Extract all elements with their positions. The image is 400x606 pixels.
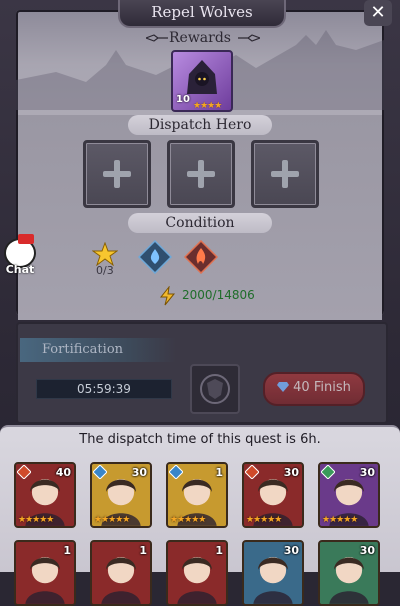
hero-level: 30 bbox=[283, 466, 299, 479]
shield-emblem-icon bbox=[200, 374, 230, 404]
hero-card[interactable]: 1 bbox=[14, 540, 76, 606]
fire-element-icon bbox=[184, 240, 218, 274]
fortification-timer: 05:59:39 bbox=[36, 379, 172, 399]
element-icon bbox=[93, 465, 107, 479]
star-condition-icon bbox=[92, 242, 118, 266]
hero-card[interactable]: 30 ★★★★★ bbox=[318, 462, 380, 528]
hero-level: 1 bbox=[215, 544, 223, 557]
hero-level: 1 bbox=[63, 544, 71, 557]
ornament-right-icon bbox=[238, 34, 260, 42]
hero-slot-3[interactable] bbox=[251, 140, 319, 208]
hero-card[interactable]: 30 bbox=[242, 540, 304, 606]
hero-stars: ★★★★★ bbox=[94, 515, 130, 525]
hero-level: 30 bbox=[131, 466, 147, 479]
dispatch-time-text: The dispatch time of this quest is 6h. bbox=[79, 432, 321, 447]
finish-button[interactable]: 40 Finish bbox=[263, 372, 365, 406]
hero-stars: ★★★★★ bbox=[322, 515, 358, 525]
rewards-label: Rewards bbox=[169, 30, 231, 46]
hero-card[interactable]: 40 ★★★★★ bbox=[14, 462, 76, 528]
hero-level: 1 bbox=[139, 544, 147, 557]
hero-stars: ★★★★★ bbox=[170, 515, 206, 525]
chat-notification-badge bbox=[18, 234, 34, 244]
water-element-icon bbox=[138, 240, 172, 274]
power-value: 2000/14806 bbox=[182, 288, 255, 302]
chat-label: Chat bbox=[5, 263, 35, 276]
close-icon: ✕ bbox=[370, 2, 386, 23]
hero-card[interactable]: 1 bbox=[90, 540, 152, 606]
quest-title: Repel Wolves bbox=[118, 0, 286, 28]
hero-slot-2[interactable] bbox=[167, 140, 235, 208]
hero-card[interactable]: 30 bbox=[318, 540, 380, 606]
reward-quantity: 10 bbox=[176, 94, 190, 105]
hero-card[interactable]: 1 bbox=[166, 540, 228, 606]
hero-card[interactable]: 30 ★★★★★ bbox=[90, 462, 152, 528]
element-icon bbox=[245, 465, 259, 479]
hero-level: 1 bbox=[215, 466, 223, 479]
plus-icon bbox=[187, 160, 215, 188]
hero-level: 30 bbox=[283, 544, 299, 557]
fortification-icon[interactable] bbox=[190, 364, 240, 414]
element-icon bbox=[17, 465, 31, 479]
hero-level: 30 bbox=[359, 544, 375, 557]
plus-icon bbox=[103, 160, 131, 188]
hero-card[interactable]: 30 ★★★★★ bbox=[242, 462, 304, 528]
hero-slot-1[interactable] bbox=[83, 140, 151, 208]
gem-icon bbox=[277, 382, 290, 392]
close-button[interactable]: ✕ bbox=[364, 0, 392, 26]
hero-level: 30 bbox=[359, 466, 375, 479]
condition-label: Condition bbox=[128, 213, 272, 233]
fortification-tab[interactable]: Fortification bbox=[20, 338, 176, 362]
reward-item[interactable]: 10 ★★★★ bbox=[171, 50, 233, 112]
element-icon bbox=[169, 465, 183, 479]
element-icon bbox=[321, 465, 335, 479]
hero-card[interactable]: 1 ★★★★★ bbox=[166, 462, 228, 528]
hero-level: 40 bbox=[55, 466, 71, 479]
star-condition-count: 0/3 bbox=[96, 264, 114, 277]
dispatch-hero-label: Dispatch Hero bbox=[128, 115, 272, 135]
reward-stars: ★★★★ bbox=[193, 101, 222, 111]
hero-stars: ★★★★★ bbox=[246, 515, 282, 525]
hero-stars: ★★★★★ bbox=[18, 515, 54, 525]
lightning-icon bbox=[159, 286, 176, 306]
chat-button[interactable]: Chat bbox=[2, 234, 36, 278]
finish-button-label: 40 Finish bbox=[293, 380, 351, 395]
plus-icon bbox=[271, 160, 299, 188]
